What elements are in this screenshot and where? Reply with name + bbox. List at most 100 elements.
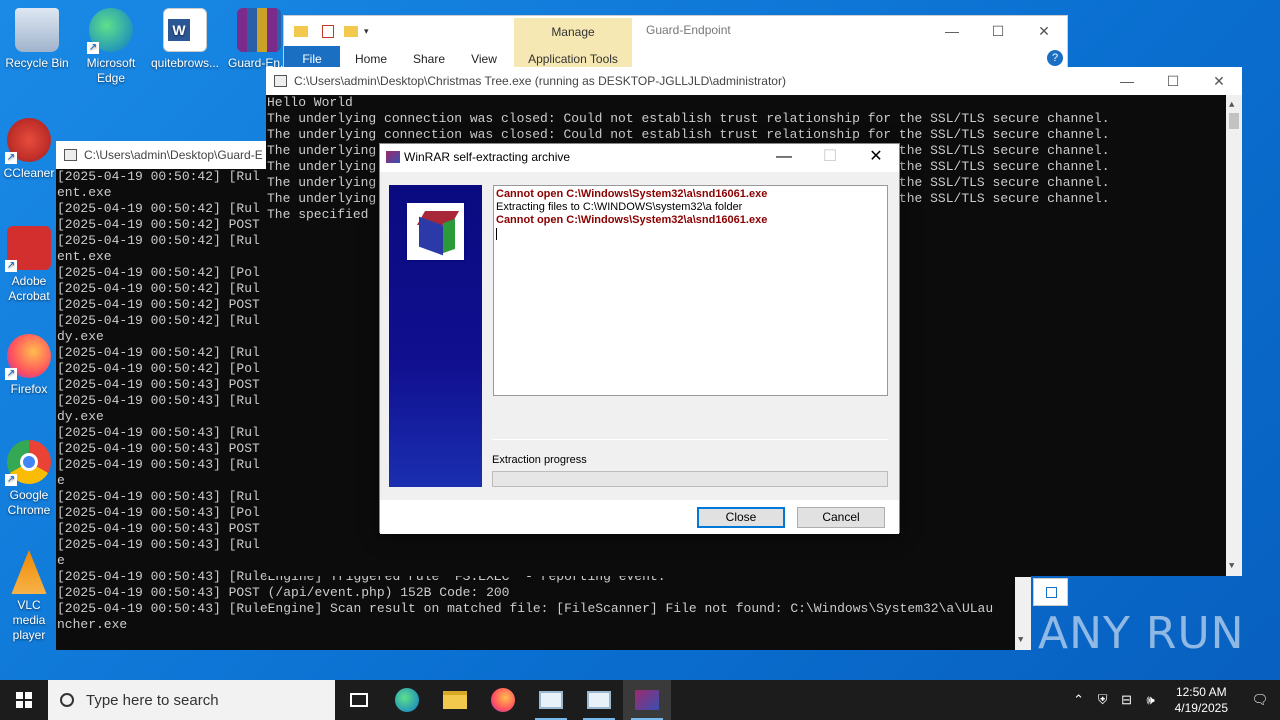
edge-icon: ↗ (87, 8, 133, 54)
chevron-down-icon[interactable]: ▾ (364, 26, 369, 37)
taskbar: Type here to search ⌃ ⛨ ⊟ 🕪 12:50 AM 4/1… (0, 680, 1280, 720)
desktop-icon-vlc[interactable]: VLC media player (0, 550, 58, 643)
desktop-icon-label: Recycle Bin (5, 56, 69, 70)
desktop-icon-edge[interactable]: ↗ Microsoft Edge (74, 8, 148, 86)
winrar-sfx-dialog: WinRAR self-extracting archive — ☐ ✕ Can… (379, 143, 900, 534)
desktop-icon-label: CCleaner (3, 166, 55, 180)
console-line: The underlying connection was closed: Co… (267, 111, 1110, 126)
winrar-icon (386, 151, 400, 163)
console-scrollbar[interactable]: ▼ (1015, 577, 1031, 650)
taskbar-file-explorer[interactable] (431, 680, 479, 720)
console-line: ncher.exe (57, 617, 128, 632)
minimize-button[interactable]: — (929, 16, 975, 46)
console-icon (587, 691, 611, 709)
maximize-button: ☐ (822, 148, 838, 165)
notifications-icon[interactable]: 🗨 (1240, 692, 1280, 708)
recycle-bin-icon (15, 8, 59, 52)
search-icon (60, 693, 74, 707)
scroll-up-arrow-icon[interactable]: ▲ (1229, 97, 1234, 113)
word-document-icon: W (163, 8, 207, 52)
close-button[interactable]: ✕ (1196, 67, 1242, 95)
preview-pane-toggle[interactable] (1033, 578, 1068, 606)
log-line-error: Cannot open C:\Windows\System32\a\snd160… (496, 188, 768, 200)
volume-icon[interactable]: 🕪 (1139, 692, 1163, 708)
minimize-button[interactable]: — (761, 144, 807, 170)
taskbar-edge[interactable] (383, 680, 431, 720)
vlc-cone-icon (11, 550, 47, 594)
chrome-icon: ↗ (5, 440, 51, 486)
desktop-icon-label: Google Chrome (7, 488, 51, 517)
properties-icon[interactable] (322, 24, 334, 38)
scroll-down-arrow-icon[interactable]: ▼ (1018, 632, 1023, 648)
taskbar-firefox[interactable] (479, 680, 527, 720)
console-icon (64, 149, 77, 161)
console-title: C:\Users\admin\Desktop\Guard-E (84, 148, 263, 162)
firefox-icon: ↗ (5, 334, 51, 380)
extraction-log[interactable]: Cannot open C:\Windows\System32\a\snd160… (493, 185, 888, 396)
dialog-titlebar: WinRAR self-extracting archive — ☐ ✕ (380, 144, 899, 172)
console-line: [2025-04-19 00:50:43] [RuleEngine] Scan … (57, 601, 994, 616)
new-folder-icon[interactable] (344, 25, 358, 37)
close-button[interactable]: ✕ (1021, 16, 1067, 46)
desktop-icon-label: quitebrows... (150, 56, 220, 70)
folder-icon[interactable] (294, 25, 308, 37)
task-view-button[interactable] (335, 680, 383, 720)
minimize-button[interactable]: — (1104, 67, 1150, 95)
task-view-icon (350, 693, 368, 707)
details-pane-icon (1046, 587, 1057, 598)
text-caret (496, 228, 497, 240)
desktop-icon-chrome[interactable]: ↗ Google Chrome (0, 440, 58, 518)
firefox-icon (491, 688, 515, 712)
file-explorer-window: ▾ Manage Guard-Endpoint File Home Share … (283, 15, 1068, 75)
window-controls: — ☐ ✕ (1104, 67, 1242, 95)
network-icon[interactable]: ⊟ (1115, 692, 1139, 708)
manage-contextual-tab[interactable]: Manage (514, 18, 632, 46)
window-title: Guard-Endpoint (646, 23, 731, 37)
close-button[interactable]: ✕ (853, 144, 899, 170)
chevron-up-icon[interactable]: ⌃ (1067, 692, 1091, 708)
security-icon[interactable]: ⛨ (1091, 692, 1115, 708)
progress-label: Extraction progress (492, 454, 587, 466)
clock-time: 12:50 AM (1175, 685, 1227, 699)
window-controls: — ☐ ✕ (761, 144, 899, 170)
winrar-logo-icon (405, 201, 466, 262)
taskbar-console-1[interactable] (527, 680, 575, 720)
console-titlebar: C:\Users\admin\Desktop\Christmas Tree.ex… (266, 67, 1242, 95)
console-line: Hello World (267, 95, 353, 110)
taskbar-winrar[interactable] (623, 680, 671, 720)
scrollbar-thumb[interactable] (1229, 113, 1239, 129)
folder-icon (443, 691, 467, 709)
console-icon (539, 691, 563, 709)
scroll-down-arrow-icon[interactable]: ▼ (1229, 558, 1234, 574)
console-scrollbar[interactable]: ▲ ▼ (1226, 95, 1242, 576)
ccleaner-icon: ↗ (5, 118, 51, 164)
taskbar-console-2[interactable] (575, 680, 623, 720)
desktop-icon-label: Adobe Acrobat (8, 274, 50, 303)
cancel-button[interactable]: Cancel (797, 507, 885, 528)
desktop-icon-label: VLC media player (12, 598, 46, 642)
console-title: C:\Users\admin\Desktop\Christmas Tree.ex… (294, 74, 786, 88)
winrar-icon (635, 690, 659, 710)
clock[interactable]: 12:50 AM 4/19/2025 (1163, 684, 1240, 716)
close-dialog-button[interactable]: Close (697, 507, 785, 528)
window-controls: — ☐ ✕ (929, 16, 1067, 46)
console-line: [2025-04-19 00:50:43] POST (/api/event.p… (57, 585, 510, 600)
maximize-button[interactable]: ☐ (975, 16, 1021, 46)
start-button[interactable] (0, 680, 48, 720)
desktop-icon-ccleaner[interactable]: ↗ CCleaner (0, 118, 58, 181)
anyrun-watermark: ANY RUN (1038, 608, 1245, 659)
desktop-icon-recycle-bin[interactable]: Recycle Bin (0, 8, 74, 71)
console-icon (274, 75, 287, 87)
taskbar-search-box[interactable]: Type here to search (48, 680, 335, 720)
desktop-icon-label: Microsoft Edge (86, 56, 136, 85)
desktop-icon-firefox[interactable]: ↗ Firefox (0, 334, 58, 397)
help-icon[interactable]: ? (1047, 50, 1063, 66)
log-line-error: Cannot open C:\Windows\System32\a\snd160… (496, 214, 768, 226)
winrar-archive-icon (237, 8, 281, 52)
sfx-banner-image (389, 185, 482, 487)
desktop-icon-acrobat[interactable]: ↗ Adobe Acrobat (0, 226, 58, 304)
extraction-progress-bar (492, 471, 888, 487)
desktop-icon-quitebrowser[interactable]: W quitebrows... (148, 8, 222, 71)
dialog-title: WinRAR self-extracting archive (404, 150, 571, 164)
maximize-button[interactable]: ☐ (1150, 67, 1196, 95)
